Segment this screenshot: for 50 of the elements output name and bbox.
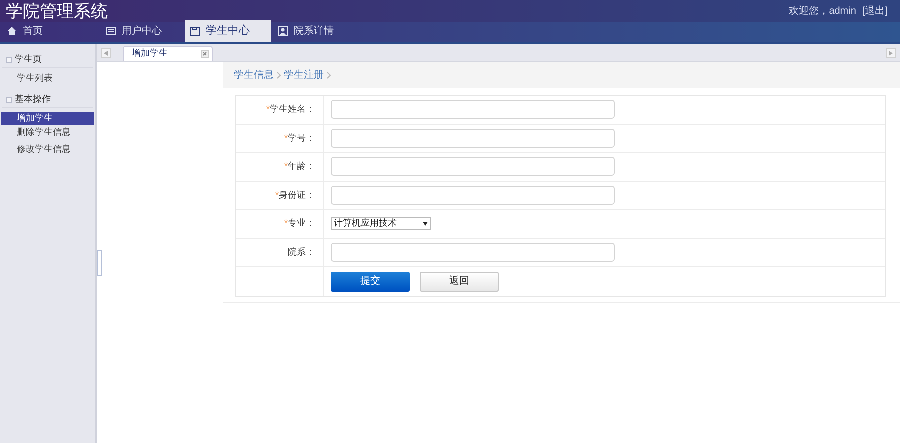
close-icon[interactable] bbox=[201, 50, 209, 58]
breadcrumb-link[interactable]: 学生注册 bbox=[284, 68, 324, 82]
required-asterisk: * bbox=[284, 217, 288, 230]
sidebar-item[interactable]: 修改学生信息 bbox=[0, 143, 95, 156]
nav-tab[interactable]: 用户中心 bbox=[99, 20, 185, 42]
field-label: 年龄： bbox=[288, 160, 315, 173]
welcome-text: 欢迎您，admin bbox=[789, 4, 856, 18]
field-label: 院系： bbox=[288, 246, 315, 258]
home-icon bbox=[7, 26, 17, 36]
window-icon bbox=[190, 26, 200, 36]
sidebar-group-title: 基本操作 bbox=[15, 92, 51, 106]
input-field[interactable] bbox=[331, 186, 615, 205]
required-asterisk: * bbox=[275, 188, 279, 202]
required-asterisk: * bbox=[284, 132, 288, 144]
submit-button[interactable]: 提交 bbox=[331, 272, 410, 292]
back-button[interactable]: 返回 bbox=[420, 272, 499, 292]
list-icon bbox=[106, 26, 116, 36]
person-card-icon bbox=[278, 26, 288, 36]
chevron-icon bbox=[327, 72, 331, 78]
field-label: 学生姓名： bbox=[270, 103, 315, 116]
sidebar-item[interactable]: 增加学生 bbox=[1, 112, 94, 125]
right-arrow-icon bbox=[889, 50, 893, 56]
field-label: 专业： bbox=[288, 217, 315, 230]
page-tab[interactable]: 增加学生 bbox=[123, 46, 213, 61]
logout-link[interactable]: [退出] bbox=[862, 4, 888, 18]
scroll-right-button[interactable] bbox=[886, 48, 896, 58]
field-label: 身份证： bbox=[279, 188, 315, 202]
required-asterisk: * bbox=[284, 160, 288, 173]
select-field[interactable]: 计算机应用技术 bbox=[331, 217, 431, 230]
input-field[interactable] bbox=[331, 100, 615, 120]
field-label: 学号： bbox=[288, 132, 315, 144]
nav-tab[interactable]: 首页 bbox=[0, 20, 99, 42]
nav-tab[interactable]: 院系详情 bbox=[271, 20, 357, 42]
sidebar-item[interactable]: 学生列表 bbox=[0, 72, 95, 85]
collapse-handle[interactable] bbox=[97, 250, 102, 276]
app-title: 学院管理系统 bbox=[6, 2, 108, 20]
sidebar-group-title: 学生页 bbox=[15, 52, 42, 66]
input-field[interactable] bbox=[331, 157, 615, 176]
dropdown-arrow-icon bbox=[423, 222, 428, 226]
breadcrumb-link[interactable]: 学生信息 bbox=[234, 68, 274, 82]
collapse-icon[interactable] bbox=[6, 96, 12, 102]
collapse-icon[interactable] bbox=[6, 56, 12, 62]
chevron-icon bbox=[277, 72, 281, 78]
sidebar-item[interactable]: 删除学生信息 bbox=[0, 126, 95, 139]
left-arrow-icon bbox=[104, 50, 108, 56]
nav-tab[interactable]: 学生中心 bbox=[185, 20, 271, 42]
required-asterisk: * bbox=[266, 103, 270, 116]
input-field[interactable] bbox=[331, 242, 615, 262]
scroll-left-button[interactable] bbox=[101, 48, 111, 58]
input-field[interactable] bbox=[331, 128, 615, 148]
